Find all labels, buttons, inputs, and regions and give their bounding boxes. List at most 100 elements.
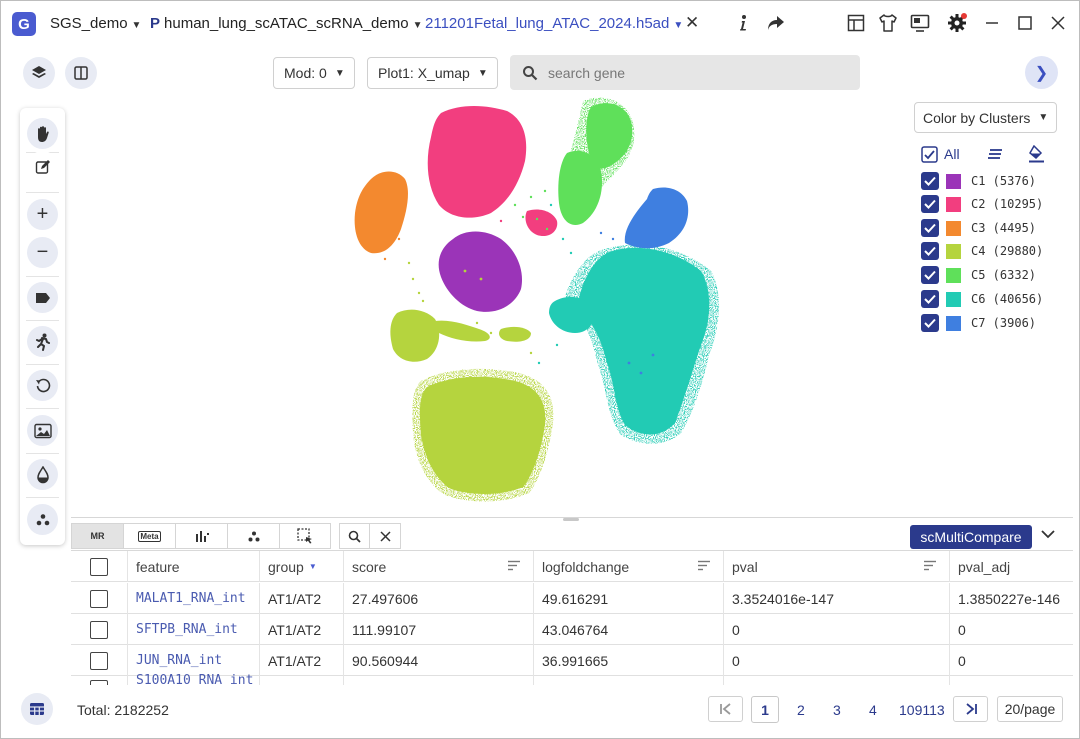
row-checkbox[interactable] bbox=[90, 589, 108, 608]
table-row[interactable]: MALAT1_RNA_int AT1/AT2 27.497606 49.6162… bbox=[71, 583, 1073, 614]
layout-icon[interactable] bbox=[845, 12, 867, 34]
label-tool-button[interactable] bbox=[27, 282, 58, 313]
table-row[interactable]: SFTPB_RNA_int AT1/AT2 111.99107 43.04676… bbox=[71, 614, 1073, 645]
animate-button[interactable] bbox=[27, 326, 58, 357]
page-3-button[interactable]: 3 bbox=[833, 702, 841, 718]
theme-shirt-icon[interactable] bbox=[877, 12, 899, 34]
page-2-button[interactable]: 2 bbox=[797, 702, 805, 718]
panel-expand-button[interactable]: ❯ bbox=[1025, 56, 1058, 89]
checkbox-checked-icon[interactable] bbox=[921, 219, 939, 237]
paint-bucket-icon[interactable] bbox=[1028, 145, 1045, 163]
tab-meta[interactable]: Meta bbox=[123, 523, 175, 549]
split-view-button[interactable] bbox=[65, 57, 97, 89]
column-header-logfoldchange[interactable]: logfoldchange bbox=[533, 551, 723, 582]
project-menu[interactable]: Phuman_lung_scATAC_scRNA_demo ▼ bbox=[150, 15, 423, 32]
list-icon[interactable] bbox=[987, 148, 1003, 160]
last-page-button[interactable] bbox=[953, 696, 988, 722]
cell-feature[interactable]: S100A10_RNA_int bbox=[127, 673, 259, 685]
cluster-c4-bridge-2 bbox=[499, 326, 531, 342]
legend-item-c1[interactable]: C1 (5376) bbox=[921, 171, 1036, 191]
select-all-checkbox[interactable] bbox=[90, 557, 108, 576]
table-clear-button[interactable] bbox=[370, 523, 401, 549]
table-row[interactable]: S100A10_RNA_int bbox=[71, 673, 1073, 685]
zoom-in-button[interactable]: + bbox=[27, 199, 58, 230]
table-view-button[interactable] bbox=[21, 693, 53, 725]
row-checkbox-cell[interactable] bbox=[71, 583, 127, 614]
splitter-grip[interactable] bbox=[563, 518, 579, 521]
checkbox-all-icon[interactable] bbox=[921, 145, 938, 163]
cell-pval: 0 bbox=[723, 614, 949, 645]
legend-item-c2[interactable]: C2 (10295) bbox=[921, 194, 1043, 214]
annotate-tool-button[interactable] bbox=[27, 151, 58, 182]
maximize-icon[interactable] bbox=[1014, 12, 1036, 34]
row-checkbox[interactable] bbox=[90, 620, 108, 639]
column-header-feature[interactable]: feature bbox=[127, 551, 259, 582]
column-header-pval[interactable]: pval bbox=[723, 551, 949, 582]
zoom-out-button[interactable]: − bbox=[27, 237, 58, 268]
legend-all-label[interactable]: All bbox=[944, 146, 960, 162]
share-icon[interactable] bbox=[765, 12, 787, 34]
file-tab[interactable]: 211201Fetal_lung_ATAC_2024.h5ad ▼ bbox=[425, 15, 683, 32]
scmulticompare-button[interactable]: scMultiCompare bbox=[910, 525, 1032, 549]
checkbox-checked-icon[interactable] bbox=[921, 266, 939, 284]
sort-icon[interactable] bbox=[923, 560, 937, 571]
opacity-button[interactable] bbox=[27, 459, 58, 490]
tab-mr[interactable]: MR bbox=[71, 523, 123, 549]
close-tab-icon[interactable]: ✕ bbox=[685, 13, 699, 33]
layers-button[interactable] bbox=[23, 57, 55, 89]
legend-item-c7[interactable]: C7 (3906) bbox=[921, 313, 1036, 333]
row-checkbox-cell[interactable] bbox=[71, 645, 127, 676]
info-icon[interactable] bbox=[732, 12, 754, 34]
pan-tool-button[interactable] bbox=[27, 118, 58, 149]
export-image-button[interactable] bbox=[27, 415, 58, 446]
row-checkbox[interactable] bbox=[90, 680, 108, 685]
window-close-icon[interactable] bbox=[1047, 12, 1069, 34]
tab-scatter[interactable] bbox=[227, 523, 279, 549]
page-4-button[interactable]: 4 bbox=[869, 702, 877, 718]
cell-feature[interactable]: JUN_RNA_int bbox=[127, 645, 259, 676]
column-header-score[interactable]: score bbox=[343, 551, 533, 582]
color-by-select[interactable]: Color by Clusters ▼ bbox=[914, 102, 1057, 133]
cell-feature[interactable]: MALAT1_RNA_int bbox=[127, 583, 259, 614]
column-header-group[interactable]: group ▼ bbox=[259, 551, 343, 582]
umap-scatter-plot[interactable] bbox=[301, 93, 741, 513]
first-page-button[interactable] bbox=[708, 696, 743, 722]
sort-icon[interactable] bbox=[507, 560, 521, 571]
page-1-button[interactable]: 1 bbox=[751, 696, 779, 723]
column-header-pval-adj[interactable]: pval_adj bbox=[949, 551, 1073, 582]
app-menu[interactable]: SGS_demo ▼ bbox=[50, 15, 141, 32]
screen-icon[interactable] bbox=[909, 12, 931, 34]
select-all-cell[interactable] bbox=[71, 551, 127, 582]
plot-select[interactable]: Plot1: X_umap ▼ bbox=[367, 57, 498, 89]
row-checkbox-cell[interactable] bbox=[71, 614, 127, 645]
page-size-select[interactable]: 20/page bbox=[997, 696, 1063, 722]
checkbox-checked-icon[interactable] bbox=[921, 242, 939, 260]
tab-bar-chart[interactable] bbox=[175, 523, 227, 549]
table-search-button[interactable] bbox=[339, 523, 370, 549]
checkbox-checked-icon[interactable] bbox=[921, 172, 939, 190]
reset-view-button[interactable] bbox=[27, 370, 58, 401]
mod-select[interactable]: Mod: 0 ▼ bbox=[273, 57, 355, 89]
row-checkbox[interactable] bbox=[90, 651, 108, 670]
table-row[interactable]: JUN_RNA_int AT1/AT2 90.560944 36.991665 … bbox=[71, 645, 1073, 676]
row-checkbox-cell[interactable] bbox=[71, 676, 127, 685]
legend-item-c3[interactable]: C3 (4495) bbox=[921, 218, 1036, 238]
minimize-icon[interactable] bbox=[981, 12, 1003, 34]
checkbox-checked-icon[interactable] bbox=[921, 290, 939, 308]
checkbox-checked-icon[interactable] bbox=[921, 314, 939, 332]
settings-gear-icon[interactable] bbox=[946, 12, 968, 34]
legend-swatch bbox=[946, 291, 961, 307]
point-size-button[interactable] bbox=[27, 504, 58, 535]
collapse-panel-icon[interactable] bbox=[1041, 526, 1055, 542]
gene-search-input[interactable]: search gene bbox=[510, 55, 860, 90]
search-placeholder: search gene bbox=[548, 64, 626, 81]
legend-item-c4[interactable]: C4 (29880) bbox=[921, 241, 1043, 261]
legend-item-c6[interactable]: C6 (40656) bbox=[921, 289, 1043, 309]
tab-selection[interactable] bbox=[279, 523, 331, 549]
last-page-number[interactable]: 109113 bbox=[899, 702, 945, 718]
app-logo-icon[interactable]: G bbox=[12, 12, 36, 36]
legend-item-c5[interactable]: C5 (6332) bbox=[921, 265, 1036, 285]
checkbox-checked-icon[interactable] bbox=[921, 195, 939, 213]
cell-feature[interactable]: SFTPB_RNA_int bbox=[127, 614, 259, 645]
sort-icon[interactable] bbox=[697, 560, 711, 571]
